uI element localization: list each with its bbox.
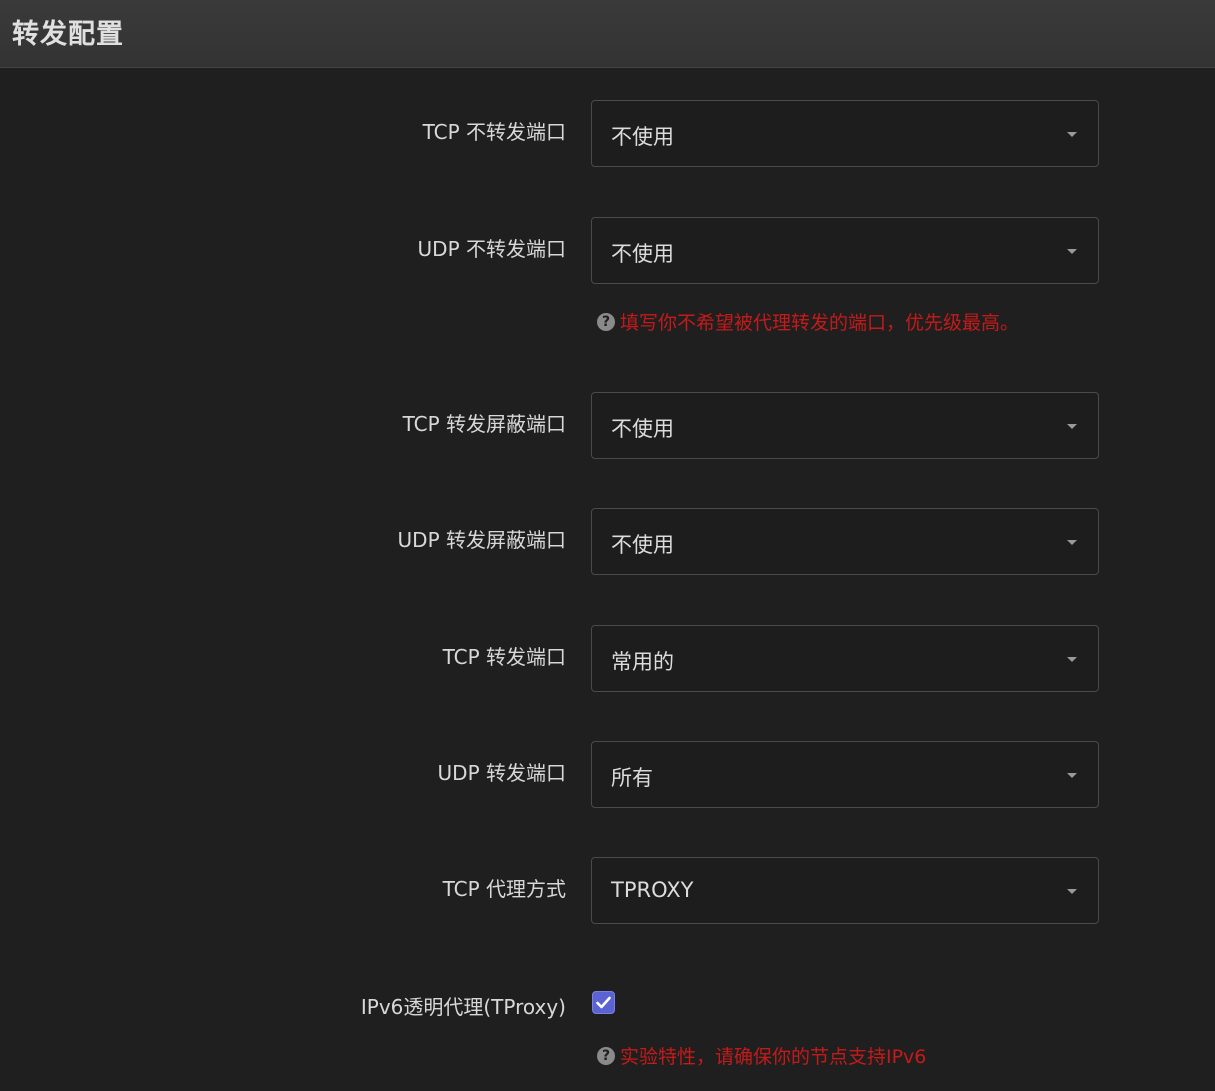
chevron-down-icon [1067,773,1077,778]
select-value: 不使用 [611,242,674,266]
field-label: UDP 不转发端口 [417,237,566,261]
check-icon [596,996,611,1009]
select-value: 不使用 [611,125,674,149]
field-label: TCP 不转发端口 [422,120,566,144]
ipv6-hint: ? 实验特性，请确保你的节点支持IPv6 [597,1042,926,1069]
select-value: 不使用 [611,417,674,441]
udp-forward-select[interactable]: 所有 [591,741,1099,808]
chevron-down-icon [1067,249,1077,254]
section-header: 转发配置 [0,0,1215,68]
field-label: TCP 转发端口 [442,645,566,669]
field-label: TCP 转发屏蔽端口 [402,412,566,436]
field-label: IPv6透明代理(TProxy) [360,995,566,1019]
chevron-down-icon [1067,424,1077,429]
tcp-forward-select[interactable]: 常用的 [591,625,1099,692]
hint-text: 填写你不希望被代理转发的端口，优先级最高。 [620,312,1020,334]
tcp-proxy-mode-select[interactable]: TPROXY [591,857,1099,924]
tcp-no-forward-select[interactable]: 不使用 [591,100,1099,167]
select-value: TPROXY [611,878,694,902]
question-circle-icon: ? [597,1046,615,1065]
question-circle-icon: ? [597,312,615,331]
chevron-down-icon [1067,889,1077,894]
select-value: 所有 [611,766,653,790]
select-value: 不使用 [611,533,674,557]
field-label: UDP 转发端口 [437,761,566,785]
select-value: 常用的 [611,650,674,674]
tcp-block-select[interactable]: 不使用 [591,392,1099,459]
section-title: 转发配置 [12,19,124,50]
hint-text: 实验特性，请确保你的节点支持IPv6 [620,1046,927,1068]
field-label: TCP 代理方式 [442,877,566,901]
no-forward-hint: ? 填写你不希望被代理转发的端口，优先级最高。 [597,308,1019,335]
chevron-down-icon [1067,657,1077,662]
chevron-down-icon [1067,540,1077,545]
udp-no-forward-select[interactable]: 不使用 [591,217,1099,284]
udp-block-select[interactable]: 不使用 [591,508,1099,575]
chevron-down-icon [1067,132,1077,137]
ipv6-tproxy-checkbox[interactable] [592,991,615,1014]
field-label: UDP 转发屏蔽端口 [397,528,566,552]
